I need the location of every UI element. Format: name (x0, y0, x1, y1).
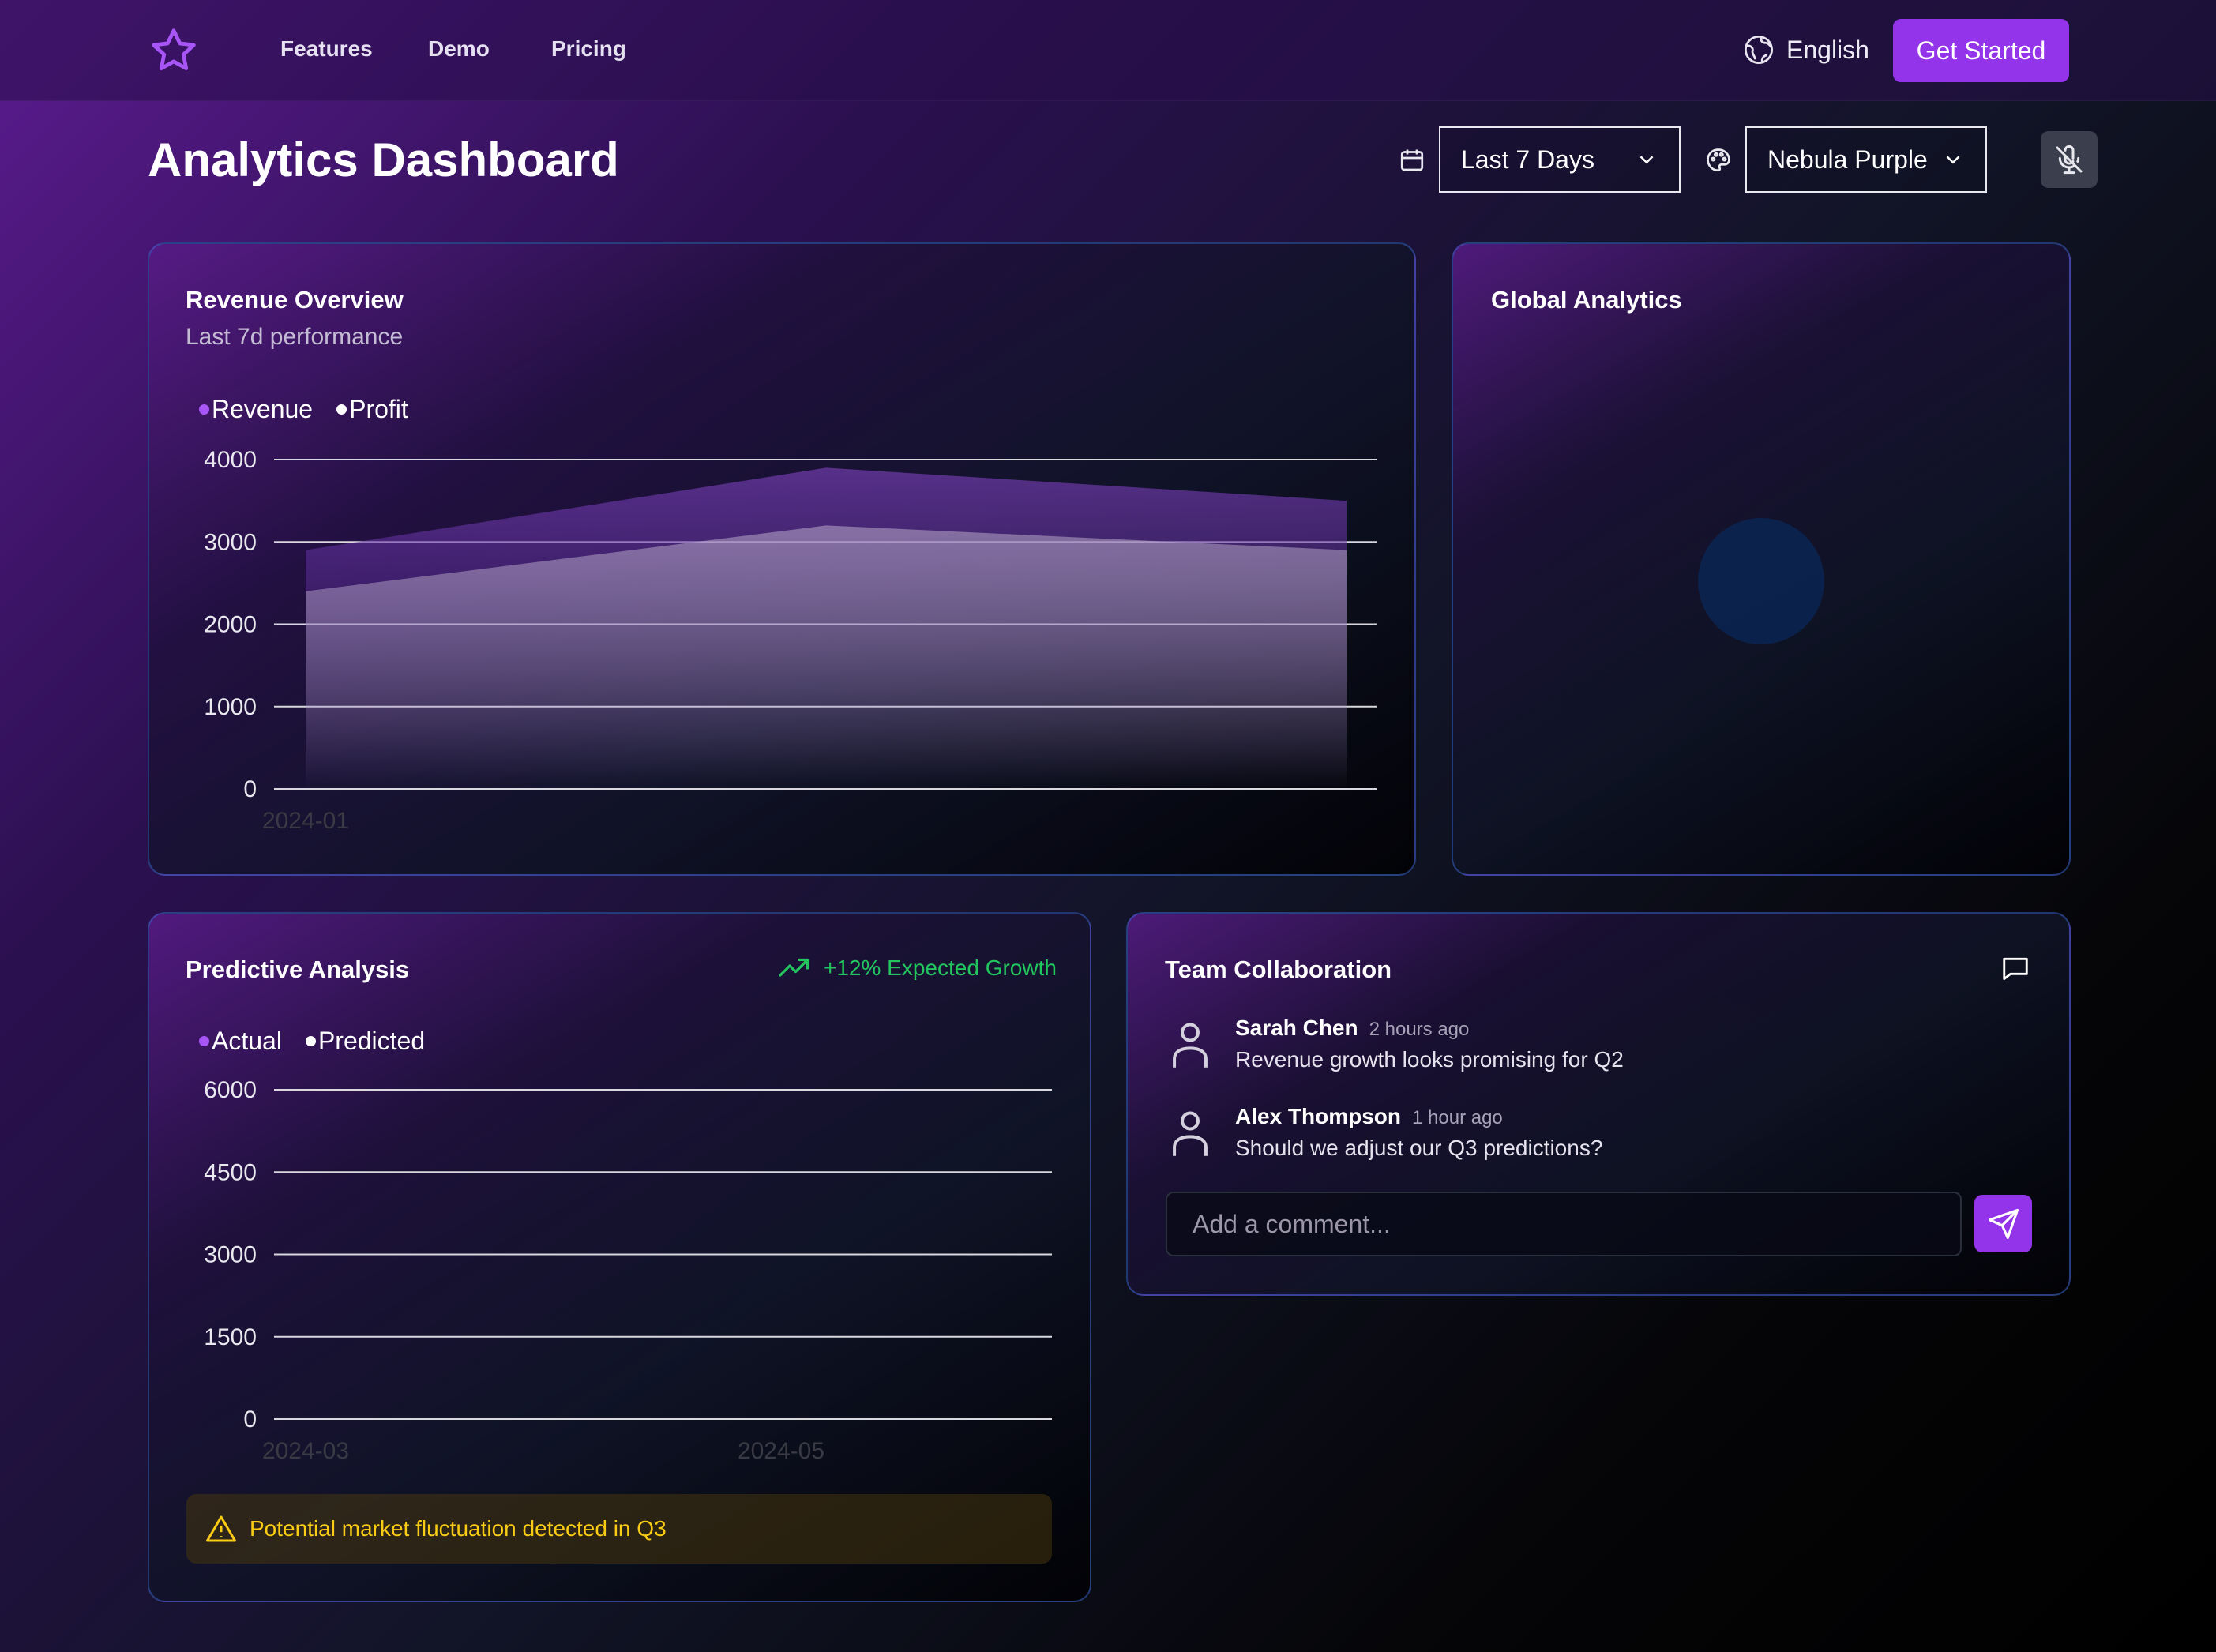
star-icon[interactable] (148, 25, 199, 76)
get-started-button[interactable]: Get Started (1893, 19, 2069, 82)
revenue-legend: Revenue Profit (199, 395, 408, 424)
x-tick-label: 2024-03 (262, 1438, 349, 1464)
warning-text: Potential market fluctuation detected in… (250, 1516, 667, 1541)
revenue-overview-title: Revenue Overview (186, 286, 404, 314)
revenue-chart: 0 1000 2000 3000 4000 2024-01 (204, 447, 1377, 834)
legend-item-actual[interactable]: Actual (199, 1027, 282, 1056)
user-avatar-icon (1173, 1023, 1208, 1068)
chevron-down-icon (1946, 156, 1960, 164)
send-icon (1988, 1208, 2019, 1239)
predictive-analysis-title: Predictive Analysis (186, 956, 410, 983)
theme-value: Nebula Purple (1767, 145, 1928, 174)
legend-label: Actual (212, 1027, 282, 1055)
user-avatar-icon (1173, 1111, 1208, 1156)
legend-item-revenue[interactable]: Revenue (199, 395, 313, 424)
language-selector[interactable]: English (1742, 33, 1869, 66)
comment-author: Alex Thompson (1235, 1104, 1402, 1128)
y-tick-label: 2000 (204, 612, 257, 638)
y-tick-label: 6000 (204, 1077, 257, 1103)
y-tick-label: 0 (243, 776, 257, 802)
comment-text: Should we adjust our Q3 predictions? (1235, 1136, 1603, 1160)
y-tick-label: 3000 (204, 529, 257, 555)
warning-alert: Potential market fluctuation detected in… (186, 1494, 1052, 1564)
date-range-select[interactable]: Last 7 Days (1439, 126, 1681, 193)
comment-text: Revenue growth looks promising for Q2 (1235, 1047, 1624, 1072)
calendar-icon (1400, 149, 1424, 171)
predictive-chart: 0 1500 3000 4500 6000 2024-03 2024-05 (204, 1077, 1052, 1464)
comment-author: Sarah Chen (1235, 1016, 1358, 1040)
nav-link-features[interactable]: Features (280, 36, 373, 62)
mic-toggle-button[interactable] (2041, 131, 2098, 188)
warning-icon (206, 1515, 236, 1542)
legend-dot (336, 404, 347, 415)
chevron-down-icon (1639, 156, 1654, 164)
y-tick-label: 4500 (204, 1159, 257, 1185)
comment-input[interactable] (1166, 1192, 1962, 1256)
send-button[interactable] (1974, 1195, 2032, 1252)
y-tick-label: 1500 (204, 1324, 257, 1350)
palette-icon (1707, 148, 1730, 172)
navbar: Features Demo Pricing English Get Starte… (0, 0, 2216, 101)
comment-item: Alex Thompson 1 hour ago Should we adjust… (1169, 1104, 1602, 1161)
x-tick-label: 2024-01 (262, 808, 349, 834)
page-title: Analytics Dashboard (148, 133, 619, 186)
theme-select[interactable]: Nebula Purple (1745, 126, 1987, 193)
comment-item: Sarah Chen 2 hours ago Revenue growth loo… (1169, 1016, 1624, 1072)
nav-link-demo[interactable]: Demo (428, 36, 490, 62)
y-tick-label: 1000 (204, 694, 257, 720)
globe-icon (1744, 35, 1774, 65)
revenue-overview-subtitle: Last 7d performance (186, 324, 404, 350)
language-label: English (1786, 35, 1869, 64)
trending-up-icon (779, 958, 809, 977)
team-collaboration-title: Team Collaboration (1165, 956, 1392, 983)
y-tick-label: 4000 (204, 447, 257, 473)
mic-off-icon (2056, 145, 2083, 175)
global-analytics-title: Global Analytics (1491, 286, 1682, 314)
legend-item-profit[interactable]: Profit (336, 395, 408, 424)
legend-item-predicted[interactable]: Predicted (305, 1027, 426, 1056)
legend-dot (305, 1036, 316, 1046)
growth-indicator: +12% Expected Growth (778, 956, 1057, 981)
globe-placeholder (1698, 518, 1824, 644)
legend-dot (199, 404, 209, 415)
growth-label: +12% Expected Growth (824, 956, 1057, 980)
message-square-icon[interactable] (2000, 954, 2031, 984)
predictive-legend: Actual Predicted (199, 1027, 425, 1056)
legend-label: Predicted (317, 1027, 426, 1055)
date-range-value: Last 7 Days (1461, 145, 1594, 174)
x-tick-label: 2024-05 (738, 1438, 824, 1464)
legend-label: Revenue (212, 395, 314, 423)
y-tick-label: 0 (243, 1406, 257, 1432)
comment-time: 1 hour ago (1412, 1107, 1503, 1128)
legend-label: Profit (349, 395, 408, 423)
comment-time: 2 hours ago (1369, 1019, 1470, 1040)
global-analytics-card (1452, 242, 2071, 876)
legend-dot (199, 1036, 209, 1046)
y-tick-label: 3000 (204, 1242, 257, 1268)
nav-link-pricing[interactable]: Pricing (551, 36, 626, 62)
